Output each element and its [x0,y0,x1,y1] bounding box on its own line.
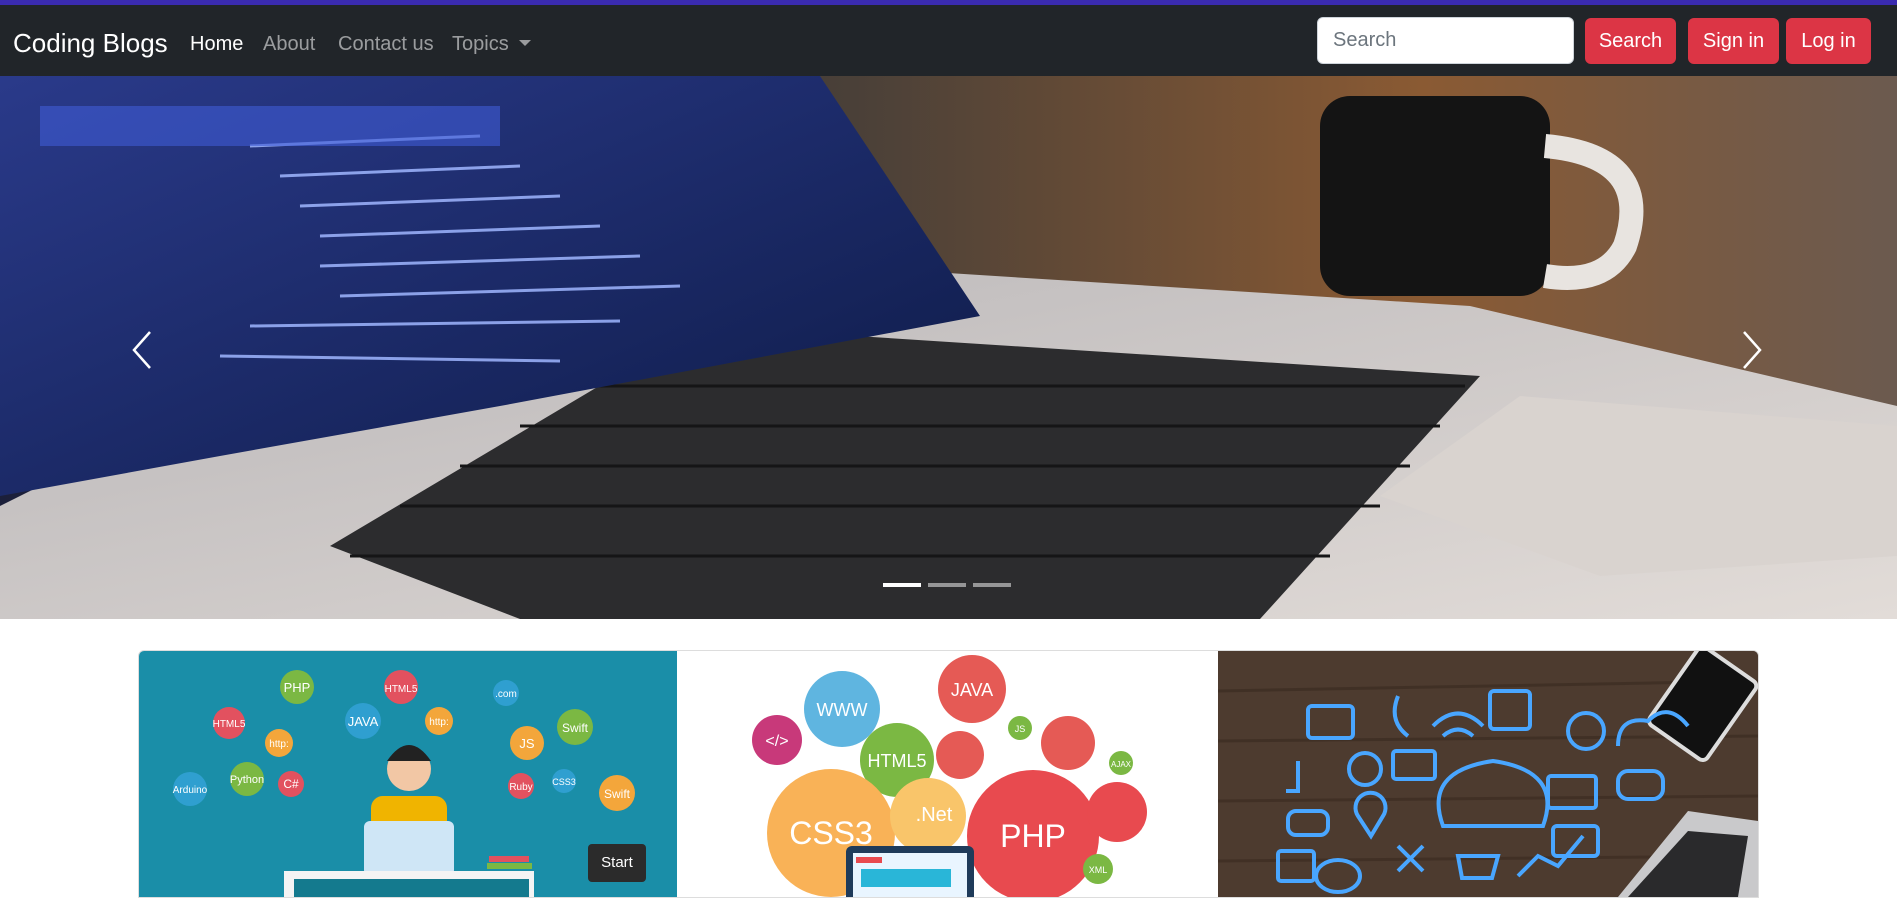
svg-text:JAVA: JAVA [348,714,379,729]
svg-text:Python: Python [230,774,264,786]
web-tech-bubbles-illustration: WWW JAVA </> HTML5 JS CSS3 .Net PHP AJAX… [752,655,1147,897]
nav-topics-dropdown[interactable]: Topics [452,31,531,57]
card-tech-icons-image[interactable] [1218,651,1758,897]
chevron-left-icon [132,331,151,369]
svg-text:CSS3: CSS3 [789,815,873,851]
svg-text:JS: JS [1015,724,1026,734]
svg-text:AJAX: AJAX [1111,760,1132,769]
card-web-tech-image[interactable]: WWW JAVA </> HTML5 JS CSS3 .Net PHP AJAX… [678,651,1218,897]
svg-text:WWW: WWW [817,700,868,720]
svg-text:</>: </> [765,733,788,750]
svg-text:PHP: PHP [1000,818,1066,854]
card-group: PHP HTML5 JAVA http: .com HTML5 http: JS… [138,650,1759,898]
svg-text:http:: http: [269,739,288,750]
svg-text:HTML5: HTML5 [385,684,418,695]
svg-text:C#: C# [283,777,299,791]
svg-text:JAVA: JAVA [951,680,993,700]
svg-text:HTML5: HTML5 [867,751,926,771]
carousel-prev-button[interactable] [70,76,220,619]
nav-about[interactable]: About [263,31,315,57]
nav-topics-label: Topics [452,33,509,55]
sign-in-button[interactable]: Sign in [1688,18,1779,64]
carousel-indicator-1[interactable] [883,583,921,587]
bubble-php: PHP [284,680,311,695]
svg-text:Swift: Swift [562,721,589,735]
hero-laptop-image [0,76,1897,619]
svg-text:XML: XML [1089,865,1108,875]
svg-text:.Net: .Net [916,804,953,826]
search-input[interactable] [1317,17,1574,64]
navbar: Coding Blogs Home About Contact us Topic… [0,5,1897,76]
chevron-right-icon [1743,331,1762,369]
start-button[interactable]: Start [588,844,646,882]
nav-home[interactable]: Home [190,31,243,57]
brand-logo[interactable]: Coding Blogs [13,27,168,59]
svg-text:JS: JS [519,736,535,751]
svg-text:http:: http: [429,717,448,728]
svg-text:CSS3: CSS3 [552,777,576,787]
nav-contact[interactable]: Contact us [338,31,434,57]
carousel-indicators [883,583,1013,593]
svg-text:HTML5: HTML5 [213,719,246,730]
svg-text:Arduino: Arduino [173,785,208,796]
tech-icons-photo [1218,651,1758,897]
hero-carousel [0,76,1897,619]
chevron-down-icon [518,40,531,46]
log-in-button[interactable]: Log in [1786,18,1871,64]
svg-text:Ruby: Ruby [509,782,532,793]
svg-text:.com: .com [495,689,517,700]
carousel-next-button[interactable] [1680,76,1830,619]
card-developer-image[interactable]: PHP HTML5 JAVA http: .com HTML5 http: JS… [139,651,677,897]
search-button[interactable]: Search [1585,18,1676,64]
carousel-indicator-2[interactable] [928,583,966,587]
carousel-indicator-3[interactable] [973,583,1011,587]
svg-text:Swift: Swift [604,787,631,801]
